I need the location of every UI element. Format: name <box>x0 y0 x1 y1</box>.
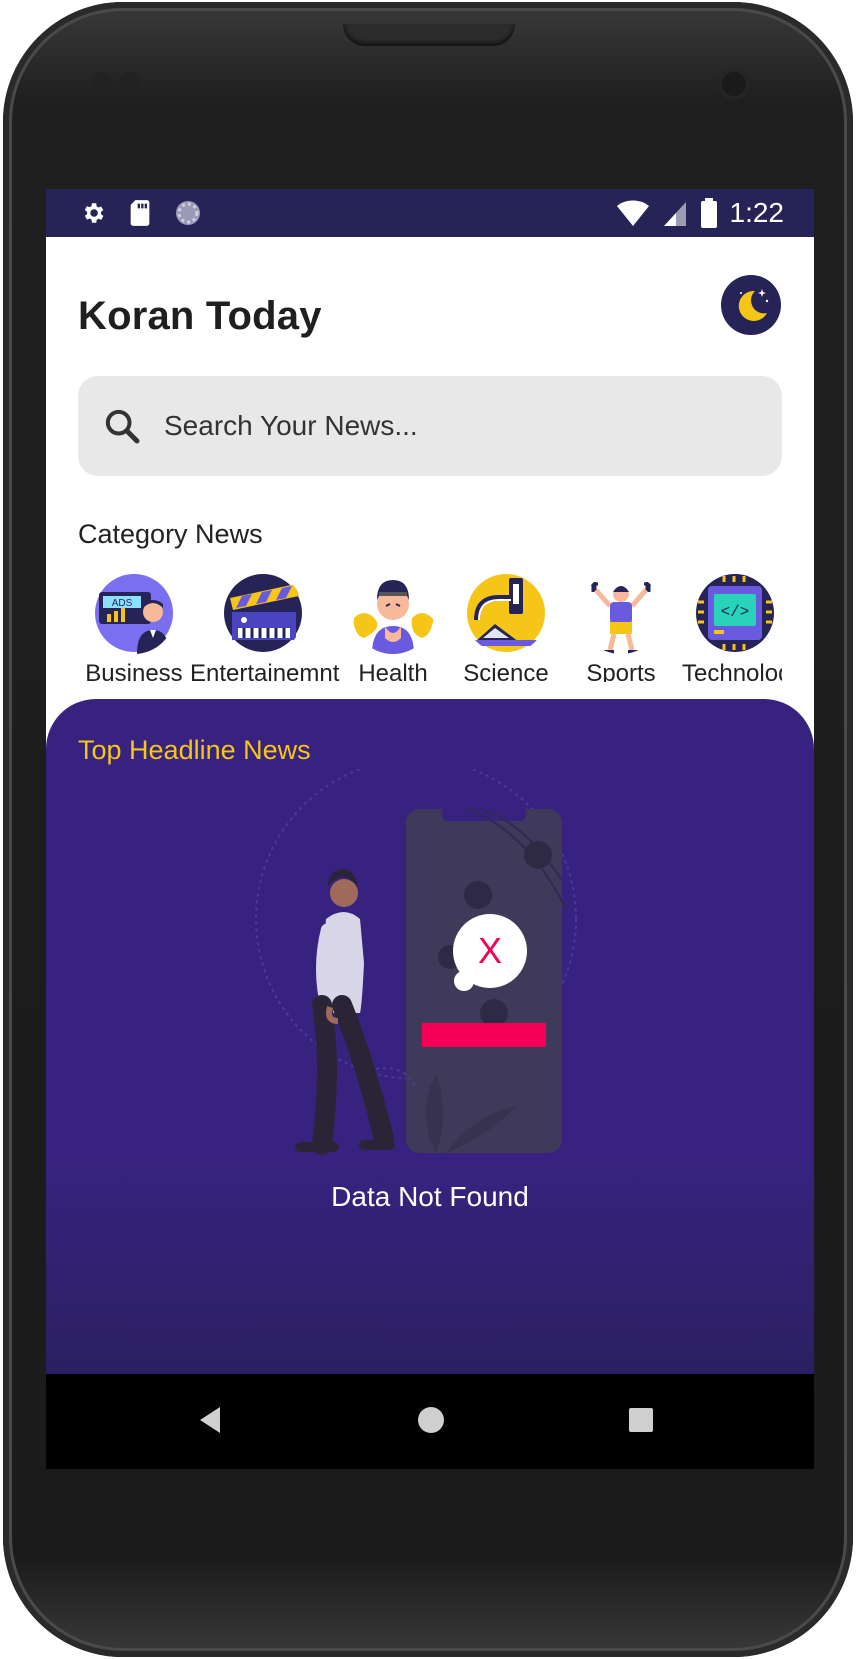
category-item-entertainment[interactable]: Entertainemnt <box>190 572 340 682</box>
loading-icon <box>176 201 200 225</box>
category-label: Science <box>463 660 549 682</box>
phone-frame: 1:22 Koran Today Category News <box>3 2 853 1657</box>
moon-icon <box>738 289 769 321</box>
app-title: Koran Today <box>78 294 322 338</box>
category-label: Business <box>85 660 183 682</box>
svg-text:</>: </> <box>721 603 750 621</box>
status-bar: 1:22 <box>46 189 814 237</box>
category-item-business[interactable]: ADS Business <box>78 572 190 682</box>
category-label: Sports <box>586 660 656 682</box>
svg-text:ADS: ADS <box>112 598 133 609</box>
system-nav-bar <box>46 1374 814 1469</box>
front-camera <box>718 68 750 100</box>
sd-card-icon <box>130 200 150 226</box>
recents-icon[interactable] <box>628 1407 654 1433</box>
category-item-technology[interactable]: </> Technology <box>678 572 782 682</box>
category-label: Health <box>358 660 428 682</box>
home-icon[interactable] <box>416 1405 446 1435</box>
business-icon: ADS <box>95 574 173 654</box>
empty-state-message: Data Not Found <box>331 1181 529 1212</box>
category-item-sports[interactable]: Sports <box>576 572 666 682</box>
category-item-science[interactable]: Science <box>456 572 556 682</box>
health-icon <box>353 580 434 654</box>
back-icon[interactable] <box>196 1404 224 1436</box>
svg-text:X: X <box>478 930 502 971</box>
search-bar[interactable] <box>78 376 782 476</box>
battery-icon <box>700 198 717 228</box>
search-icon <box>105 409 140 444</box>
headline-panel: Top Headline News X Data Not Found <box>46 699 814 1469</box>
headline-title: Top Headline News <box>78 735 311 765</box>
signal-icon <box>663 202 686 226</box>
category-item-health[interactable]: Health <box>348 572 438 682</box>
sports-icon <box>590 582 652 654</box>
speaker-grille <box>343 24 515 46</box>
science-icon <box>467 574 545 652</box>
category-title: Category News <box>78 519 263 549</box>
gear-icon <box>84 203 104 223</box>
sensors <box>91 72 151 96</box>
entertainment-icon <box>224 574 302 652</box>
data-not-found-illustration: X <box>255 769 577 1155</box>
category-label: Entertainemnt <box>190 660 340 682</box>
search-input[interactable] <box>162 409 726 443</box>
power-button <box>847 322 853 442</box>
category-list[interactable]: ADS Business Entertainemnt Health Scienc… <box>78 572 782 682</box>
category-label: Technology <box>682 660 782 682</box>
screen: 1:22 Koran Today Category News <box>46 189 814 1469</box>
status-time: 1:22 <box>729 197 785 228</box>
wifi-icon <box>616 200 649 226</box>
technology-icon: </> <box>696 574 774 652</box>
theme-toggle-button[interactable] <box>721 275 781 335</box>
